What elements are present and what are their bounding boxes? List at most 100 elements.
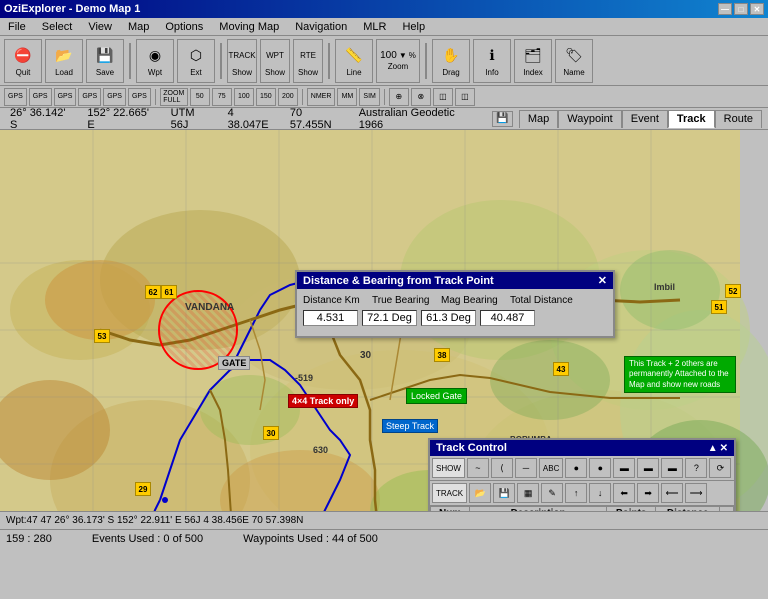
tc-left-btn[interactable]: ⟨ xyxy=(491,458,513,478)
tab-row: Map Waypoint Event Track Route xyxy=(519,110,762,128)
tc-close-btn[interactable]: ✕ xyxy=(720,443,728,454)
extra-btn-2[interactable]: ⊗ xyxy=(411,88,431,106)
gps-btn-4[interactable]: GPS xyxy=(78,88,101,106)
tc-track-btn[interactable]: TRACK xyxy=(432,483,467,503)
dialog-labels-row: Distance Km True Bearing Mag Bearing Tot… xyxy=(303,295,607,306)
tc-abc-btn[interactable]: ABC xyxy=(539,458,563,478)
tc-refresh-btn[interactable]: ⟳ xyxy=(709,458,731,478)
maximize-button[interactable]: □ xyxy=(734,3,748,15)
tc-down-btn[interactable]: ↓ xyxy=(589,483,611,503)
vandana-label: VANDANA xyxy=(185,302,234,313)
map-area[interactable]: 30 VANDANA 62 61 53 38 43 51 52 29 30 28… xyxy=(0,130,768,529)
separator3 xyxy=(328,43,330,79)
dialog-close-btn[interactable]: ✕ xyxy=(598,274,607,287)
events-status: Events Used : 0 of 500 xyxy=(92,533,203,545)
tc-dot1-btn[interactable]: ● xyxy=(565,458,587,478)
sim-btn[interactable]: SIM xyxy=(359,88,379,106)
track-show-button[interactable]: TRACK Show xyxy=(227,39,257,83)
waypoint-button[interactable]: ◉ Wpt xyxy=(136,39,174,83)
zoom-200-btn[interactable]: 200 xyxy=(278,88,298,106)
gps-btn-3[interactable]: GPS xyxy=(54,88,77,106)
track-4x4-label: 4×4 Track only xyxy=(288,394,358,408)
sep3 xyxy=(384,89,385,105)
nmer-btn[interactable]: NMER xyxy=(307,88,336,106)
tc-bar1-btn[interactable]: ▬ xyxy=(613,458,635,478)
tc-edit-btn[interactable]: ✎ xyxy=(541,483,563,503)
tab-route[interactable]: Route xyxy=(715,110,762,128)
gps-btn-6[interactable]: GPS xyxy=(128,88,151,106)
zoom-50-btn[interactable]: 50 xyxy=(190,88,210,106)
zoom-button[interactable]: 100 ▼ % Zoom xyxy=(376,39,420,83)
tc-fwd-btn[interactable]: ⟶ xyxy=(685,483,707,503)
app-title: OziExplorer - Demo Map 1 xyxy=(4,3,140,15)
gps-btn-5[interactable]: GPS xyxy=(103,88,126,106)
ext-icon: ⬡ xyxy=(185,45,207,67)
tc-folder-btn[interactable]: 📂 xyxy=(469,483,491,503)
line-button[interactable]: 📏 Line xyxy=(335,39,373,83)
menu-map[interactable]: Map xyxy=(124,20,153,34)
menu-file[interactable]: File xyxy=(4,20,30,34)
tc-right-btn[interactable]: ➡ xyxy=(637,483,659,503)
menu-navigation[interactable]: Navigation xyxy=(291,20,351,34)
tab-track[interactable]: Track xyxy=(668,110,715,128)
zoom-100-btn[interactable]: 100 xyxy=(234,88,254,106)
menu-options[interactable]: Options xyxy=(161,20,207,34)
wpt-show-button[interactable]: WPT Show xyxy=(260,39,290,83)
zoom-75-btn[interactable]: 75 xyxy=(212,88,232,106)
tab-event[interactable]: Event xyxy=(622,110,668,128)
tc-help-btn[interactable]: ? xyxy=(685,458,707,478)
tc-curve-btn[interactable]: ~ xyxy=(467,458,489,478)
gps-btn-1[interactable]: GPS xyxy=(4,88,27,106)
quit-icon: ⛔ xyxy=(12,45,34,67)
locked-gate-label: Locked Gate xyxy=(406,388,467,404)
quit-button[interactable]: ⛔ Quit xyxy=(4,39,42,83)
gps-btn-2[interactable]: GPS xyxy=(29,88,52,106)
info-button[interactable]: ℹ Info xyxy=(473,39,511,83)
mm-btn[interactable]: MM xyxy=(337,88,357,106)
distance-bearing-dialog: Distance & Bearing from Track Point ✕ Di… xyxy=(295,270,615,338)
tc-left2-btn[interactable]: ⬅ xyxy=(613,483,635,503)
menu-select[interactable]: Select xyxy=(38,20,77,34)
tc-dot2-btn[interactable]: ● xyxy=(589,458,611,478)
waypoint-icon: ◉ xyxy=(144,45,166,67)
tc-back-btn[interactable]: ⟵ xyxy=(661,483,683,503)
save-small-btn[interactable]: 💾 xyxy=(492,111,513,127)
drag-button[interactable]: ✋ Drag xyxy=(432,39,470,83)
tc-up2-btn[interactable]: ↑ xyxy=(565,483,587,503)
tab-waypoint[interactable]: Waypoint xyxy=(558,110,621,128)
tc-bar2-btn[interactable]: ▬ xyxy=(637,458,659,478)
menu-help[interactable]: Help xyxy=(398,20,429,34)
imbil-label: Imbil xyxy=(654,282,675,292)
num-sq-61: 61 xyxy=(161,285,177,299)
extra-btn-4[interactable]: ◫ xyxy=(455,88,475,106)
close-button[interactable]: ✕ xyxy=(750,3,764,15)
tc-show-btn[interactable]: SHOW xyxy=(432,458,465,478)
num-sq-29: 29 xyxy=(135,482,151,496)
tc-up-btn[interactable]: ▲ xyxy=(708,443,718,454)
save-button[interactable]: 💾 Save xyxy=(86,39,124,83)
zoom-150-btn[interactable]: 150 xyxy=(256,88,276,106)
tc-save2-btn[interactable]: 💾 xyxy=(493,483,515,503)
name-button[interactable]: 🏷 Name xyxy=(555,39,593,83)
ext-button[interactable]: ⬡ Ext xyxy=(177,39,215,83)
menu-moving-map[interactable]: Moving Map xyxy=(215,20,283,34)
zoom-full-btn[interactable]: ZOOM FULL xyxy=(160,88,188,106)
index-button[interactable]: 🗂 Index xyxy=(514,39,552,83)
load-button[interactable]: 📂 Load xyxy=(45,39,83,83)
extra-btn-1[interactable]: ⊕ xyxy=(389,88,409,106)
tab-map[interactable]: Map xyxy=(519,110,558,128)
menu-mlr[interactable]: MLR xyxy=(359,20,390,34)
total-dist-label: Total Distance xyxy=(510,295,575,306)
index-icon: 🗂 xyxy=(522,45,544,67)
dialog-body: Distance Km True Bearing Mag Bearing Tot… xyxy=(297,289,613,336)
extra-btn-3[interactable]: ◫ xyxy=(433,88,453,106)
index-label: Index xyxy=(523,68,543,77)
info-icon: ℹ xyxy=(481,45,503,67)
minimize-button[interactable]: — xyxy=(718,3,732,15)
tc-line-btn[interactable]: ─ xyxy=(515,458,537,478)
tc-grid-btn[interactable]: ▦ xyxy=(517,483,539,503)
rte-show-button[interactable]: RTE Show xyxy=(293,39,323,83)
menu-view[interactable]: View xyxy=(84,20,116,34)
tc-bar3-btn[interactable]: ▬ xyxy=(661,458,683,478)
wpt-show-icon: WPT xyxy=(264,45,286,67)
